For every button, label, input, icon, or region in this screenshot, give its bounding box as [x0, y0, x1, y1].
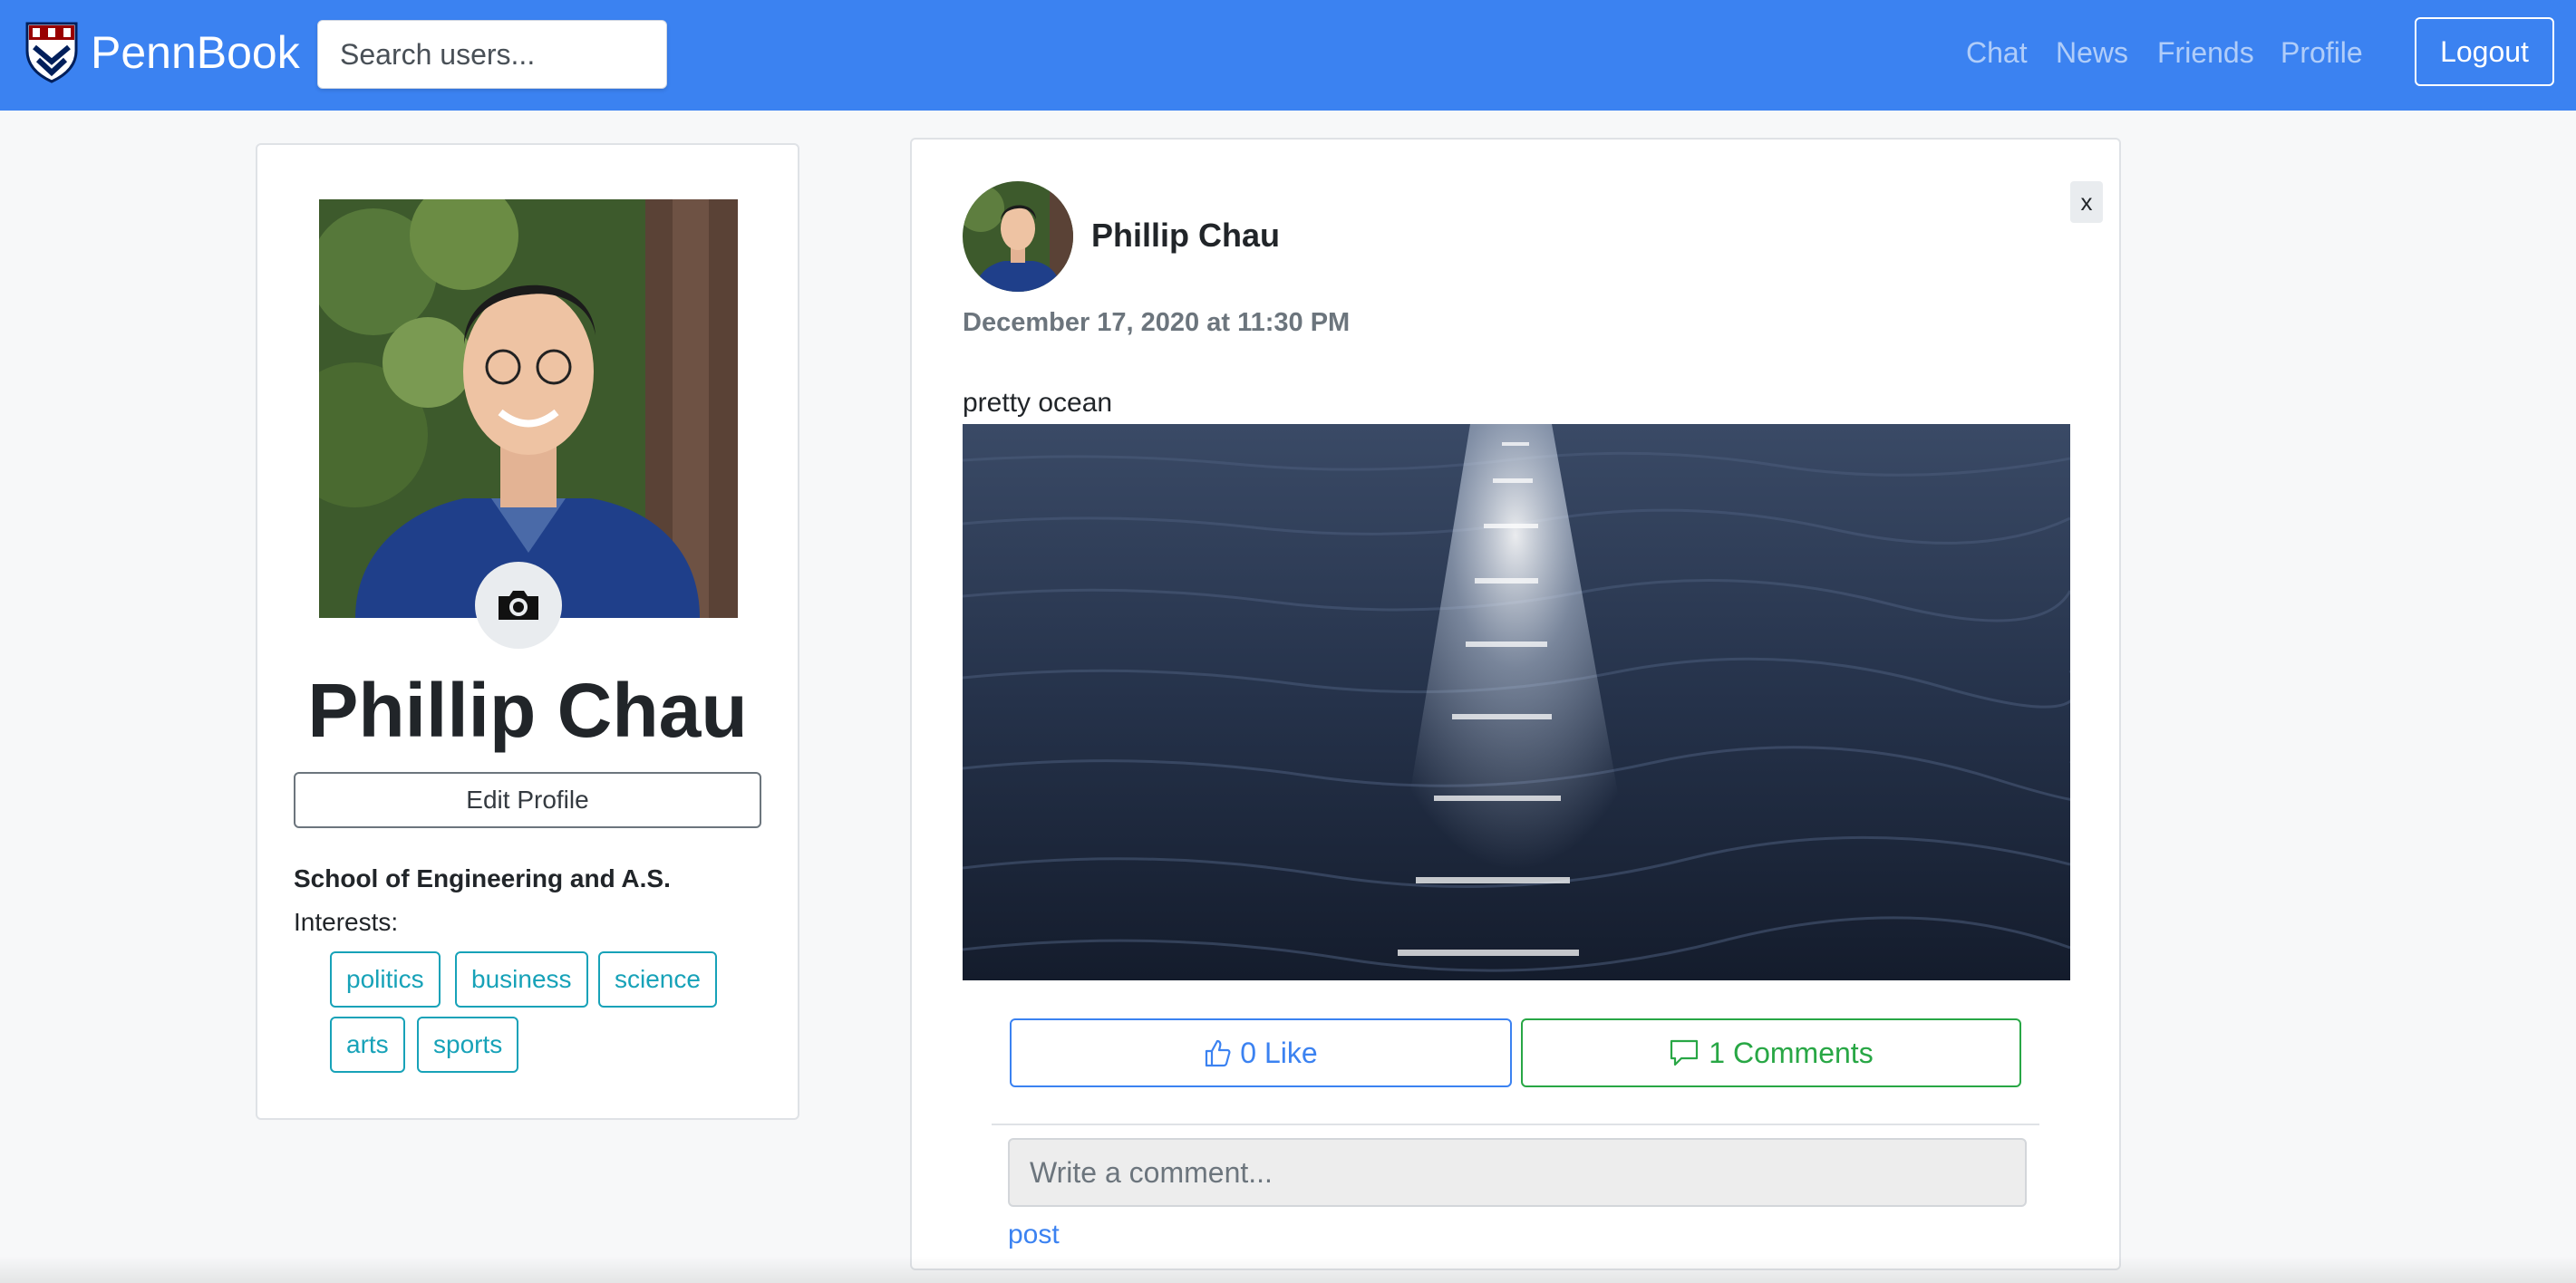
- nav-link-friends[interactable]: Friends: [2157, 34, 2254, 71]
- chat-bubble-icon: [1671, 1039, 1699, 1066]
- logout-button[interactable]: Logout: [2415, 17, 2554, 86]
- comments-count-label: 1 Comments: [1709, 1036, 1874, 1069]
- like-button[interactable]: 0 Like: [1010, 1018, 1512, 1087]
- nav-link-chat[interactable]: Chat: [1966, 34, 2028, 71]
- edit-profile-button[interactable]: Edit Profile: [294, 772, 761, 828]
- interest-tag-science[interactable]: science: [598, 951, 717, 1008]
- nav-link-news[interactable]: News: [2056, 34, 2128, 71]
- post-image: [963, 424, 2070, 980]
- author-avatar[interactable]: [963, 181, 1073, 292]
- post-text: pretty ocean: [963, 388, 1113, 418]
- close-post-button[interactable]: x: [2070, 181, 2103, 223]
- comments-divider: [992, 1124, 2039, 1125]
- post-card: Phillip Chau x December 17, 2020 at 11:3…: [910, 138, 2121, 1270]
- school-affiliation: School of Engineering and A.S.: [294, 864, 671, 892]
- top-navbar: PennBook Chat News Friends Profile Logou…: [0, 0, 2576, 111]
- brand-name[interactable]: PennBook: [91, 25, 300, 80]
- thumbs-up-icon: [1206, 1039, 1231, 1067]
- interest-tag-politics[interactable]: politics: [330, 951, 441, 1008]
- interests-label: Interests:: [294, 908, 399, 936]
- post-author-name[interactable]: Phillip Chau: [1091, 216, 1280, 256]
- comment-input[interactable]: [1008, 1138, 2027, 1207]
- interest-tag-business[interactable]: business: [455, 951, 588, 1008]
- comments-button[interactable]: 1 Comments: [1521, 1018, 2021, 1087]
- camera-icon: [499, 591, 538, 620]
- penn-shield-logo-icon[interactable]: [24, 20, 80, 83]
- profile-name: Phillip Chau: [307, 668, 748, 753]
- interest-tag-sports[interactable]: sports: [417, 1017, 519, 1073]
- bottom-shadow: [0, 1256, 2576, 1283]
- change-photo-button[interactable]: [475, 562, 562, 649]
- search-input[interactable]: [317, 20, 667, 89]
- post-comment-link[interactable]: post: [1008, 1218, 1060, 1252]
- profile-photo: [319, 199, 738, 618]
- like-count-label: 0 Like: [1240, 1036, 1318, 1069]
- interest-tag-arts[interactable]: arts: [330, 1017, 405, 1073]
- profile-card: Phillip Chau Edit Profile School of Engi…: [256, 143, 799, 1120]
- nav-link-profile[interactable]: Profile: [2281, 34, 2363, 71]
- post-timestamp: December 17, 2020 at 11:30 PM: [963, 308, 1351, 337]
